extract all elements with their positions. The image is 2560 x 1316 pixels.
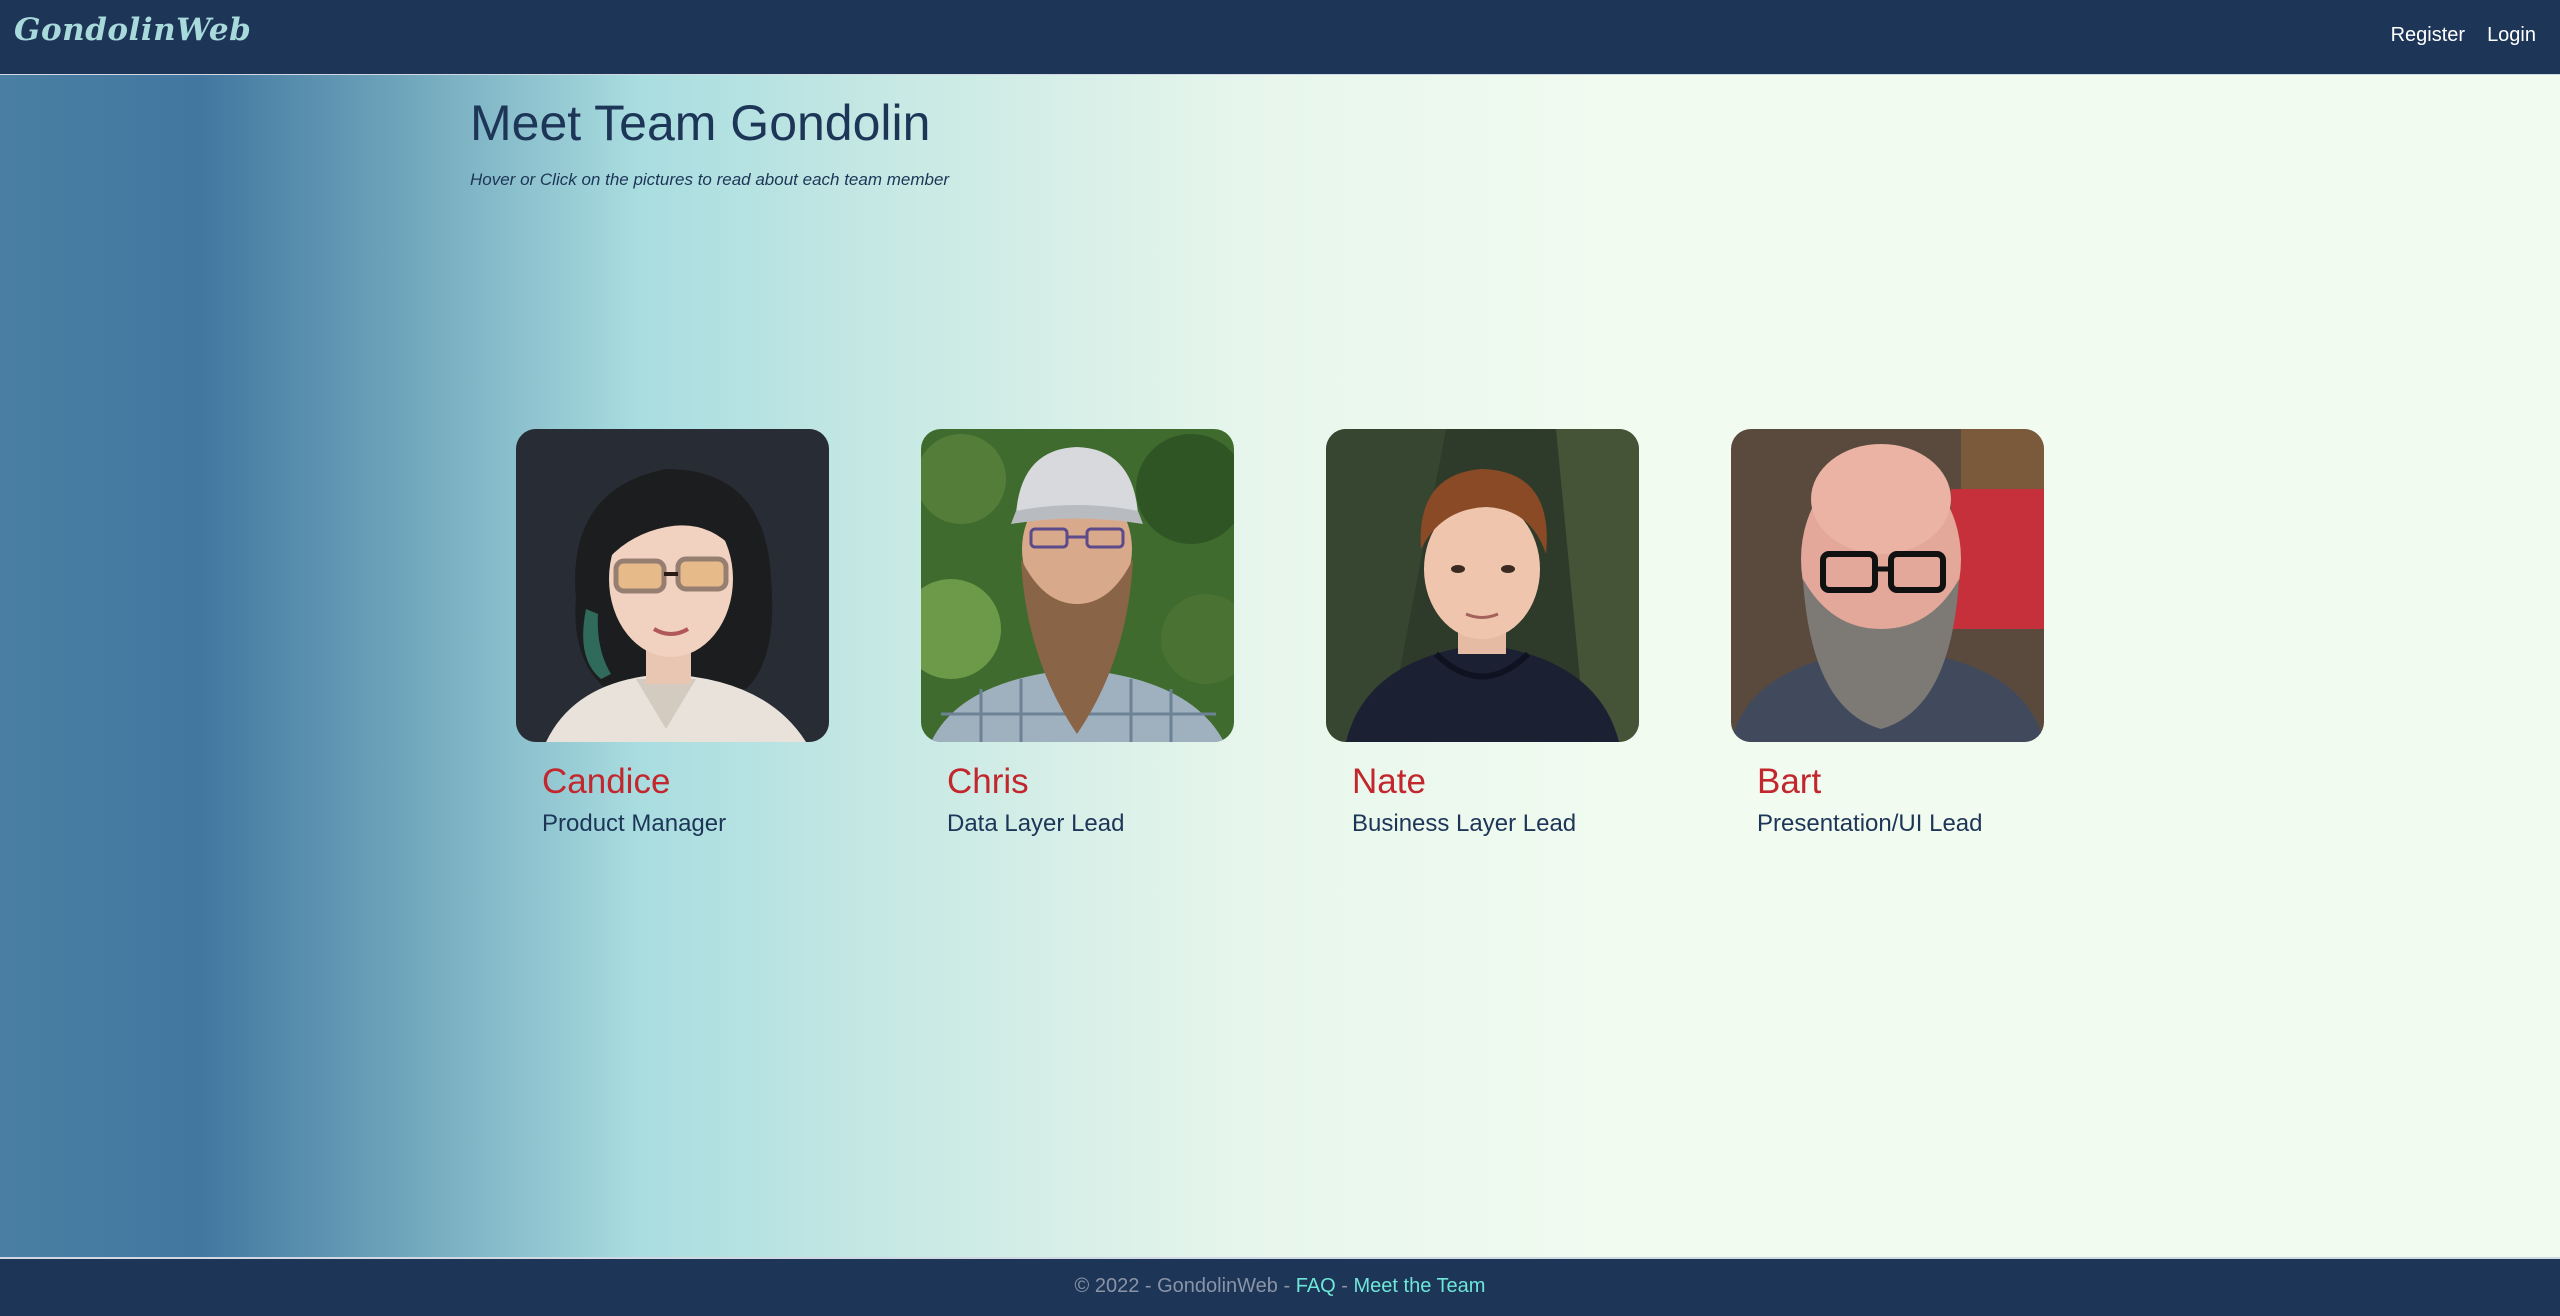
nav-links: Register Login: [2391, 24, 2536, 47]
page-subtitle: Hover or Click on the pictures to read a…: [470, 170, 950, 189]
member-photo[interactable]: [516, 429, 829, 742]
member-name: Chris: [947, 762, 1029, 801]
candice-photo: [516, 429, 829, 742]
brand-logo[interactable]: GondolinWeb: [14, 12, 251, 48]
member-photo[interactable]: [921, 429, 1234, 742]
team-member-card[interactable]: Bart Presentation/UI Lead: [1731, 429, 2044, 838]
member-role: Presentation/UI Lead: [1757, 810, 1983, 838]
team-member-card[interactable]: Chris Data Layer Lead: [921, 429, 1234, 838]
footer-copyright: © 2022 - GondolinWeb -: [1074, 1275, 1291, 1297]
faq-link[interactable]: FAQ: [1296, 1275, 1336, 1297]
login-link[interactable]: Login: [2487, 24, 2536, 47]
bart-photo: [1731, 429, 2044, 742]
team-member-card[interactable]: Candice Product Manager: [516, 429, 829, 838]
member-role: Business Layer Lead: [1352, 810, 1577, 838]
member-role: Product Manager: [542, 810, 727, 838]
member-name: Nate: [1352, 762, 1426, 801]
chris-photo: [921, 429, 1234, 742]
member-photo[interactable]: [1326, 429, 1639, 742]
member-photo[interactable]: [1731, 429, 2044, 742]
top-navbar: GondolinWeb Register Login: [0, 0, 2560, 75]
member-name: Bart: [1757, 762, 1822, 801]
page-title: Meet Team Gondolin: [470, 95, 931, 151]
member-role: Data Layer Lead: [947, 810, 1125, 838]
meet-team-link[interactable]: Meet the Team: [1354, 1275, 1486, 1297]
member-name: Candice: [542, 762, 671, 801]
register-link[interactable]: Register: [2391, 24, 2465, 47]
nate-photo: [1326, 429, 1639, 742]
footer: © 2022 - GondolinWeb - FAQ - Meet the Te…: [0, 1257, 2560, 1316]
team-grid: Candice Product Manager Chris Data Layer…: [516, 429, 2044, 838]
team-member-card[interactable]: Nate Business Layer Lead: [1326, 429, 1639, 838]
footer-separator: -: [1341, 1275, 1348, 1297]
